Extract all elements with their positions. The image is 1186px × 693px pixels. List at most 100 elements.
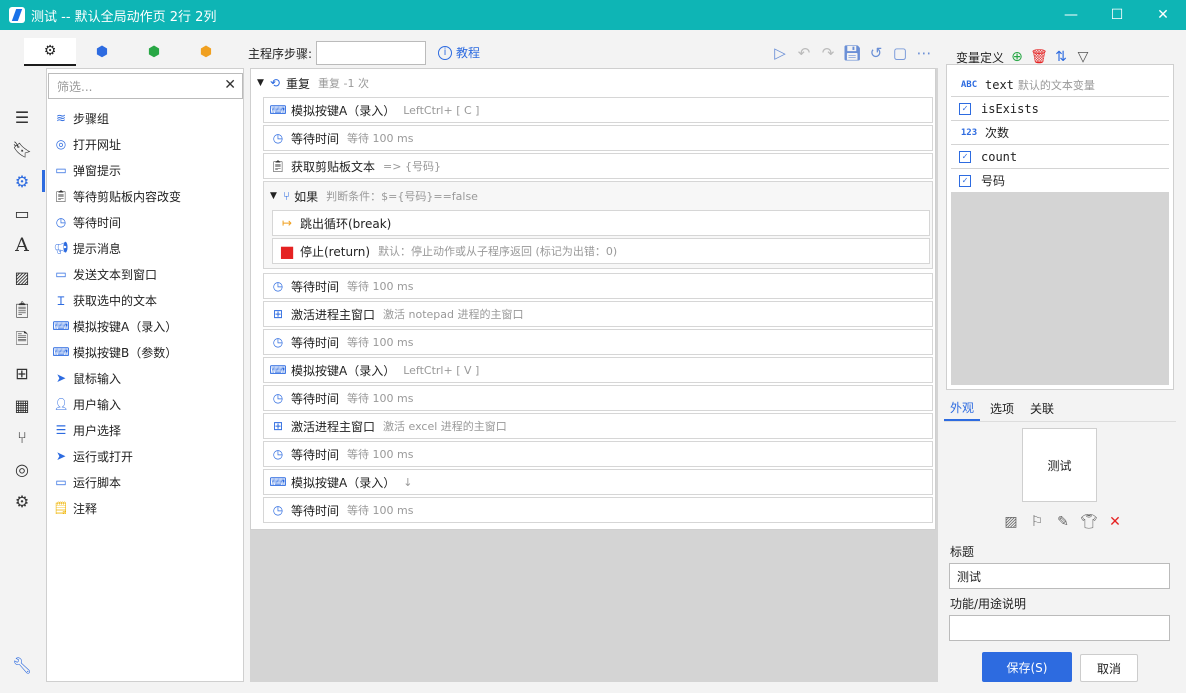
collapse-triangle-icon[interactable]: ▼ (270, 191, 277, 201)
toolbox-item[interactable]: ⌨ 模拟按键A（录入） (47, 313, 243, 339)
step-row[interactable]: ◷ 等待时间 等待 100 ms (263, 329, 933, 355)
filter-input[interactable]: 筛选... ✕ (48, 73, 243, 99)
step-row[interactable]: ⊞ 激活进程主窗口 激活 excel 进程的主窗口 (263, 413, 933, 439)
step-row[interactable]: ◷ 等待时间 等待 100 ms (263, 273, 933, 299)
tab-options[interactable]: 选项 (984, 396, 1020, 421)
repeat-block-header[interactable]: ▼ ⟲ 重复 重复 -1 次 (257, 73, 369, 93)
window-icon[interactable]: ▭ (0, 198, 44, 228)
tab-appearance[interactable]: 外观 (944, 396, 981, 421)
toolbox-item[interactable]: Ɪ 获取选中的文本 (47, 287, 243, 313)
toolbox-item[interactable]: 🗒︎ 注释 (47, 495, 243, 521)
variable-row[interactable]: ✓ count (951, 145, 1169, 169)
step-row[interactable]: ⊞ 激活进程主窗口 激活 notepad 进程的主窗口 (263, 301, 933, 327)
wrench-icon[interactable]: 🔧︎ (0, 650, 44, 680)
windows-icon[interactable]: ⊞ (0, 358, 44, 388)
tab-blue-pack[interactable]: ⬢ (76, 38, 128, 66)
save-icon[interactable]: 💾︎ (840, 43, 864, 63)
collapse-triangle-icon[interactable]: ▼ (257, 78, 264, 88)
tutorial-link[interactable]: i 教程 (438, 44, 480, 61)
timer-icon: ◷ (272, 391, 284, 405)
step-row[interactable]: ◷ 等待时间 等待 100 ms (263, 497, 933, 523)
step-row[interactable]: ↦ 跳出循环(break) (272, 210, 930, 236)
cancel-button[interactable]: 取消 (1080, 654, 1138, 682)
clipboard-icon[interactable]: 📋︎ (0, 294, 44, 324)
variable-name: 号码 (981, 174, 1006, 188)
step-label: 等待时间 (291, 503, 340, 518)
variable-row[interactable]: 123 次数 (951, 121, 1169, 145)
play-icon[interactable]: ▷ (768, 43, 792, 63)
tab-actions[interactable]: ⚙ (24, 38, 76, 66)
toolbox-item-label: 模拟按键B（参数） (73, 345, 178, 360)
toolbox-item[interactable]: ◷ 等待时间 (47, 209, 243, 235)
undo-icon[interactable]: ↶ (792, 43, 816, 63)
toolbox-item[interactable]: 📋︎ 等待剪贴板内容改变 (47, 183, 243, 209)
save-button[interactable]: 保存(S) (982, 652, 1072, 682)
globe-icon[interactable]: ◎ (0, 454, 44, 484)
step-row[interactable]: ⌨ 模拟按键A（录入） LeftCtrl+ [ C ] (263, 97, 933, 123)
more-icon[interactable]: ⋯ (912, 43, 936, 63)
toolbox-item[interactable]: ◎ 打开网址 (47, 131, 243, 157)
step-row[interactable]: ◷ 等待时间 等待 100 ms (263, 385, 933, 411)
tab-green-pack[interactable]: ⬢ (128, 38, 180, 66)
document-icon[interactable]: 🗎 (0, 326, 44, 356)
menu-icon[interactable]: ☰ (0, 102, 44, 132)
step-row[interactable]: ◷ 等待时间 等待 100 ms (263, 125, 933, 151)
toolbox-item[interactable]: ➤ 鼠标输入 (47, 365, 243, 391)
note-icon: 🗒︎ (53, 501, 69, 515)
pen-icon[interactable]: ✎ (1050, 512, 1076, 532)
step-row[interactable]: ⌨ 模拟按键A（录入） LeftCtrl+ [ V ] (263, 357, 933, 383)
flag-icon[interactable]: ⚐ (1024, 512, 1050, 532)
windows-icon: ⊞ (272, 419, 284, 433)
checkbox-icon: ✓ (959, 150, 971, 163)
windows-icon: ⊞ (272, 307, 284, 321)
toolbox-item[interactable]: ➤ 运行或打开 (47, 443, 243, 469)
if-block-header[interactable]: ▼ ⑂ 如果 判断条件：$={号码}==false (270, 186, 478, 206)
timer-icon: ◷ (272, 447, 284, 461)
shirt-icon[interactable]: 👕︎ (1076, 512, 1102, 532)
description-field[interactable] (949, 615, 1170, 641)
clear-filter-icon[interactable]: ✕ (224, 77, 236, 93)
maximize-button[interactable]: ☐ (1094, 0, 1140, 30)
step-description: 激活 excel 进程的主窗口 (383, 420, 507, 433)
toolbox-item[interactable]: 📢︎ 提示消息 (47, 235, 243, 261)
step-label: 等待时间 (291, 447, 340, 462)
image-icon[interactable]: ▨ (0, 262, 44, 292)
variables-title: 变量定义 (956, 50, 1005, 65)
branch-icon[interactable]: ⑂ (0, 422, 44, 452)
close-button[interactable]: ✕ (1140, 0, 1186, 30)
toolbox-item[interactable]: ▭ 运行脚本 (47, 469, 243, 495)
tab-relations[interactable]: 关联 (1024, 396, 1060, 421)
gear-icon[interactable]: ⚙ (0, 166, 45, 196)
script-icon: ▭ (55, 475, 67, 489)
redo-icon[interactable]: ↷ (816, 43, 840, 63)
bookmark-icon[interactable]: 🔖︎ (0, 134, 44, 164)
toolbox-item[interactable]: 👤︎ 用户输入 (47, 391, 243, 417)
step-row[interactable]: ⌨ 模拟按键A（录入） ↓ (263, 469, 933, 495)
toolbox-item[interactable]: ⌨ 模拟按键B（参数） (47, 339, 243, 365)
toolbox-item[interactable]: ☰ 用户选择 (47, 417, 243, 443)
variable-row[interactable]: ✓ 号码 (951, 169, 1169, 193)
step-row[interactable]: ◷ 等待时间 等待 100 ms (263, 441, 933, 467)
step-row[interactable]: 📋︎ 获取剪贴板文本 => {号码} (263, 153, 933, 179)
delete-icon[interactable]: ✕ (1102, 512, 1128, 532)
title-field[interactable]: 测试 (949, 563, 1170, 589)
variable-row[interactable]: ABC text 默认的文本变量 (951, 73, 1169, 97)
grid-icon[interactable]: ▦ (0, 390, 44, 420)
step-row[interactable]: ■ 停止(return) 默认：停止动作或从子程序返回 (标记为出错：0) (272, 238, 930, 264)
step-label: 模拟按键A（录入） (291, 103, 396, 118)
variable-row[interactable]: ✓ isExists (951, 97, 1169, 121)
history-icon[interactable]: ↺ (864, 43, 888, 63)
variable-name: 次数 (985, 126, 1010, 140)
tab-orange-pack[interactable]: ⬢ (180, 38, 232, 66)
toolbox-item[interactable]: ▭ 弹窗提示 (47, 157, 243, 183)
toolbox-item[interactable]: ▭ 发送文本到窗口 (47, 261, 243, 287)
note-icon[interactable]: ▢ (888, 43, 912, 63)
cogs-icon[interactable]: ⚙ (0, 486, 44, 516)
toolbox-item[interactable]: ≋ 步骤组 (47, 105, 243, 131)
timer-icon: ◷ (55, 215, 67, 229)
image-icon[interactable]: ▨ (998, 512, 1024, 532)
step-input[interactable] (316, 41, 426, 65)
font-icon[interactable]: A (0, 230, 44, 260)
action-preview[interactable]: 测试 (1022, 428, 1097, 502)
minimize-button[interactable]: — (1048, 0, 1094, 30)
